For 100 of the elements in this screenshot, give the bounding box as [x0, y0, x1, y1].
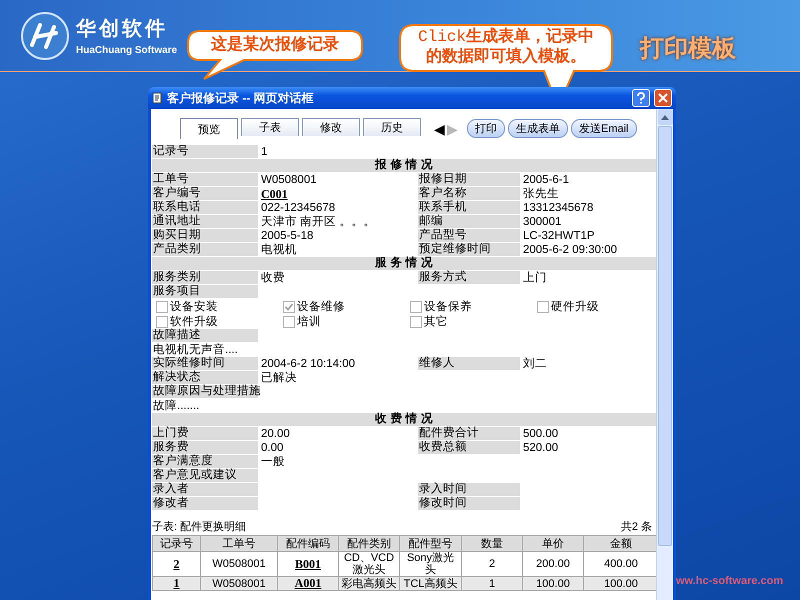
tab[interactable]: 历史: [363, 118, 421, 136]
field-label: 服务方式: [418, 271, 520, 284]
field-value: 2005-6-1: [522, 173, 570, 187]
checkbox[interactable]: [410, 300, 422, 312]
column-header: 数量: [462, 536, 522, 552]
field-label: 产品类别: [152, 243, 258, 256]
headline: 打印模板: [640, 34, 736, 64]
field-label: 客户满意度: [152, 455, 258, 468]
window-title: 客户报修记录 -- 网页对话框: [167, 90, 315, 106]
website-url: ww.hc-software.com: [676, 575, 784, 587]
field-label: 邮编: [418, 215, 520, 228]
field-label: 服务项目: [152, 285, 258, 298]
field-label: 维修人: [418, 357, 520, 370]
field-label: 客户编号: [152, 187, 258, 200]
toolbar-button[interactable]: 打印: [467, 118, 505, 138]
field-value: LC-32HWT1P: [522, 229, 596, 243]
field-label: 报修日期: [418, 173, 520, 186]
column-header: 配件编码: [278, 536, 338, 552]
field-label: 修改时间: [418, 497, 520, 510]
column-header: 工单号: [200, 536, 278, 552]
record-link[interactable]: 1: [174, 576, 180, 590]
field-label: 产品型号: [418, 229, 520, 242]
callout-text: 这是某次报修记录: [211, 34, 339, 55]
brand-subtitle: HuaChuang Software: [76, 45, 178, 56]
logo-icon: [20, 10, 70, 60]
field-label: 客户意见或建议: [152, 469, 258, 482]
subtable-caption: 子表: 配件更换明细: [152, 520, 246, 534]
field-value: 刘二: [522, 357, 548, 371]
field-value: 520.00: [522, 441, 560, 455]
scroll-thumb[interactable]: [658, 126, 672, 546]
field-value: 天津市 南开区 。。。: [260, 215, 376, 229]
question-mark-icon: [636, 92, 646, 104]
field-label: 收费总额: [418, 441, 520, 454]
tab[interactable]: 修改: [302, 118, 360, 136]
checkbox-label: 软件升级: [170, 314, 218, 328]
table-cell: TCL高频头: [400, 576, 462, 590]
field-label: 录入者: [152, 483, 258, 496]
checkbox-label: 其它: [424, 314, 448, 329]
section-header: 报 修 情 况: [152, 159, 656, 172]
field-label: 故障原因与处理措施: [152, 385, 258, 398]
help-button[interactable]: [632, 89, 650, 107]
column-header: 记录号: [152, 536, 200, 552]
tab[interactable]: 子表: [241, 118, 299, 136]
field-label: 客户名称: [418, 187, 520, 200]
section-header: 收 费 情 况: [152, 413, 656, 426]
field-label: 预定维修时间: [418, 243, 520, 256]
customer-link[interactable]: C001: [261, 187, 288, 201]
field-label: 服务类别: [152, 271, 258, 284]
brand-name: 华创软件: [76, 17, 169, 42]
field-label: 配件费合计: [418, 427, 520, 440]
close-icon: [658, 93, 668, 103]
record-count: 共2 条: [620, 520, 652, 534]
nav-arrow-button[interactable]: ◀: [434, 121, 445, 137]
field-label: 通讯地址: [152, 215, 258, 228]
field-value: 上门: [522, 271, 548, 285]
column-header: 金额: [584, 536, 656, 552]
field-value: W0508001: [260, 173, 318, 187]
scroll-up-icon: [661, 114, 669, 120]
checkbox[interactable]: [156, 316, 168, 328]
field-label: 购买日期: [152, 229, 258, 242]
checkbox[interactable]: [537, 300, 549, 312]
page-icon: [152, 92, 163, 104]
scrollbar[interactable]: [656, 109, 673, 600]
checkbox[interactable]: [410, 316, 422, 328]
checkbox[interactable]: [283, 300, 295, 312]
toolbar-button[interactable]: 发送Email: [571, 118, 637, 138]
checkbox-label: 设备保养: [424, 299, 472, 314]
field-label: 服务费: [152, 441, 258, 454]
table-cell: 彩电高频头: [338, 576, 400, 590]
table-cell: 100.00: [522, 576, 584, 590]
field-value: 一般: [260, 455, 286, 469]
field-value: 2004-6-2 10:14:00: [260, 357, 356, 371]
field-value: 电视机无声音....: [152, 343, 239, 356]
field-label: 实际维修时间: [152, 357, 258, 370]
field-value: 张先生: [522, 187, 560, 201]
tab[interactable]: 预览: [180, 118, 238, 139]
field-label: 解决状态: [152, 371, 258, 384]
record-link[interactable]: 2: [174, 556, 180, 570]
checkbox-label: 设备安装: [170, 300, 218, 314]
column-header: 配件型号: [400, 536, 462, 552]
callout-text: Click生成表单，记录中 的数据即可填入模板。: [418, 26, 594, 67]
field-value: 2005-6-2 09:30:00: [522, 243, 618, 257]
field-label: 故障描述: [152, 329, 258, 342]
column-header: 单价: [522, 536, 584, 552]
field-label: 修改者: [152, 497, 258, 510]
checkbox[interactable]: [156, 300, 168, 312]
field-value: 0.00: [260, 441, 284, 455]
field-value: 022-12345678: [260, 201, 336, 215]
checkbox-label: 硬件升级: [551, 300, 599, 314]
checkbox[interactable]: [283, 316, 295, 328]
checkbox-label: 设备维修: [297, 300, 345, 314]
section-header: 服 务 情 况: [152, 257, 656, 270]
field-label: 录入时间: [418, 483, 520, 496]
toolbar-button[interactable]: 生成表单: [508, 118, 568, 138]
field-value: 电视机: [260, 243, 298, 257]
field-value: 2005-5-18: [260, 229, 314, 243]
table-cell: W0508001: [200, 576, 278, 590]
field-value: 收费: [260, 271, 286, 285]
table-cell: 1: [462, 576, 522, 590]
close-button[interactable]: [654, 89, 672, 107]
